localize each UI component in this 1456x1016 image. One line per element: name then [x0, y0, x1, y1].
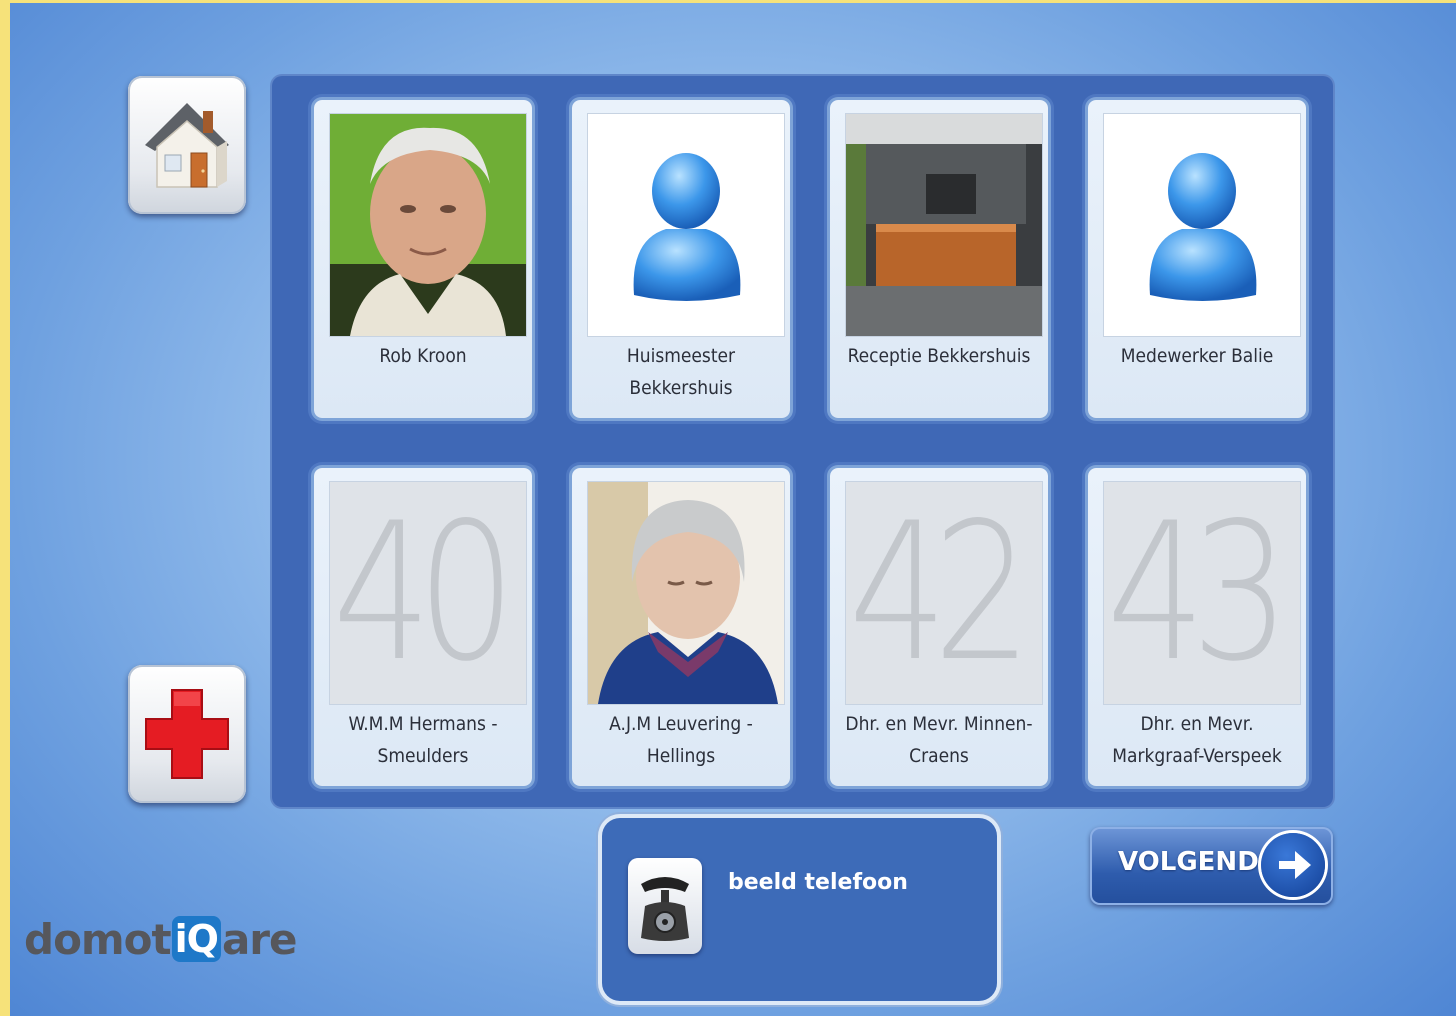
telephone-icon-box	[628, 858, 702, 954]
apartment-number: 40	[332, 482, 516, 703]
contact-card-leuvering[interactable]: A.J.M Leuvering - Hellings	[572, 468, 790, 786]
apartment-number: 43	[1106, 482, 1290, 703]
domotiqare-logo: domot iQ are	[24, 914, 298, 964]
contact-card-rob-kroon[interactable]: Rob Kroon	[314, 100, 532, 418]
contact-photo	[588, 482, 784, 704]
red-cross-icon	[145, 689, 229, 779]
contact-card-markgraaf-verspeek[interactable]: 43 Dhr. en Mevr. Markgraaf-Verspeek	[1088, 468, 1306, 786]
contact-name: W.M.M Hermans - Smeulders	[348, 713, 498, 767]
emergency-button[interactable]	[128, 665, 246, 803]
contact-card-receptie[interactable]: Receptie Bekkershuis	[830, 100, 1048, 418]
contact-card-huismeester[interactable]: Huismeester Bekkershuis	[572, 100, 790, 418]
contacts-grid: Rob Kroon Huismeester Bekkershuis Recept…	[272, 76, 1333, 807]
next-button[interactable]: VOLGENDE	[1090, 827, 1333, 905]
telephone-icon	[641, 877, 689, 941]
video-phone-label: beeld telefoon	[728, 870, 908, 895]
contact-name: A.J.M Leuvering - Hellings	[609, 713, 753, 767]
contact-photo: 40	[330, 482, 526, 704]
house-icon	[145, 103, 229, 188]
home-button[interactable]	[128, 76, 246, 214]
contact-photo: 42	[846, 482, 1042, 704]
next-button-label: VOLGENDE	[1118, 847, 1277, 877]
contact-name: Huismeester Bekkershuis	[626, 345, 736, 399]
person-icon	[1149, 153, 1257, 301]
contact-photo: 43	[1104, 482, 1300, 704]
arrow-right-icon	[1261, 833, 1325, 897]
person-icon	[633, 153, 741, 301]
app-screen: Rob Kroon Huismeester Bekkershuis Recept…	[10, 3, 1456, 1016]
contact-card-minnen-craens[interactable]: 42 Dhr. en Mevr. Minnen-Craens	[830, 468, 1048, 786]
contact-name: Dhr. en Mevr. Minnen-Craens	[845, 713, 1033, 767]
contact-photo	[846, 114, 1042, 336]
contact-name: Receptie Bekkershuis	[847, 345, 1031, 367]
contact-photo	[1104, 114, 1300, 336]
contact-card-medewerker-balie[interactable]: Medewerker Balie	[1088, 100, 1306, 418]
contact-name: Rob Kroon	[379, 345, 467, 367]
contact-photo	[588, 114, 784, 336]
contact-name: Dhr. en Mevr. Markgraaf-Verspeek	[1112, 713, 1282, 767]
contact-name: Medewerker Balie	[1120, 345, 1274, 367]
contact-card-hermans[interactable]: 40 W.M.M Hermans - Smeulders	[314, 468, 532, 786]
video-phone-button[interactable]: beeld telefoon	[602, 818, 997, 1001]
contact-photo	[330, 114, 526, 336]
apartment-number: 42	[848, 482, 1032, 703]
